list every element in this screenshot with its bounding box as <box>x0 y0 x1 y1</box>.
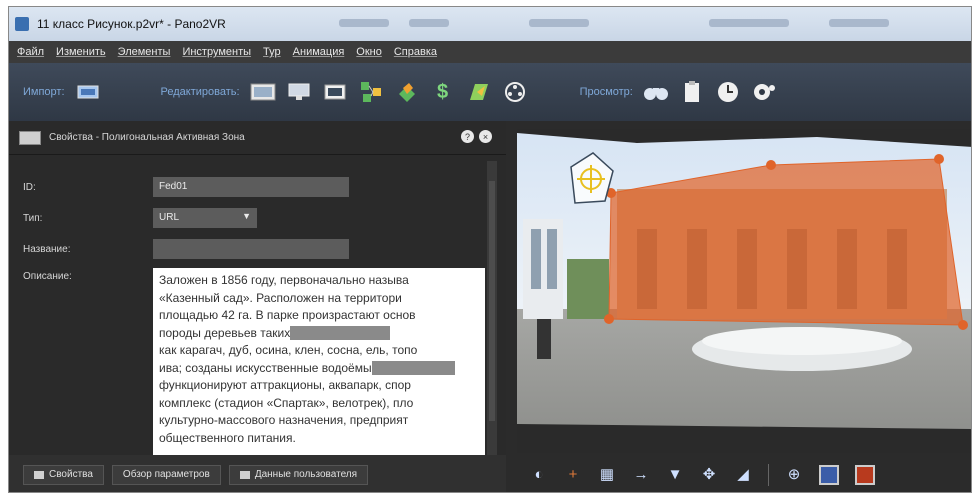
blurred-tab <box>829 19 889 27</box>
window-title: 11 класс Рисунок.p2vr* - Pano2VR <box>37 17 226 31</box>
description-line: породы деревьев таких <box>159 325 479 343</box>
hotspot-vertex[interactable] <box>958 320 968 330</box>
blurred-tab <box>339 19 389 27</box>
description-line: комплекс (стадион «Спартак», велотрек), … <box>159 395 414 410</box>
settings-icon[interactable] <box>751 79 777 105</box>
menu-tour[interactable]: Тур <box>263 46 281 58</box>
menu-edit[interactable]: Изменить <box>56 46 106 58</box>
add-point-icon[interactable]: + <box>564 466 582 484</box>
blurred-tab <box>409 19 449 27</box>
menu-bar: Файл Изменить Элементы Инструменты Тур А… <box>9 41 971 63</box>
grid-view-icon[interactable]: ▦ <box>598 466 616 484</box>
scrollbar-thumb[interactable] <box>489 181 495 421</box>
preview-label: Просмотр: <box>579 86 633 98</box>
app-window: 11 класс Рисунок.p2vr* - Pano2VR Файл Из… <box>8 6 972 493</box>
description-line: ива; созданы искусственные водоёмы <box>159 360 479 378</box>
type-select[interactable]: URL ▼ <box>153 208 257 228</box>
description-field[interactable]: Заложен в 1856 году, первоначально назыв… <box>153 268 485 458</box>
name-label: Название: <box>23 244 71 255</box>
monitor-icon[interactable] <box>286 79 312 105</box>
hotspot-vertex[interactable] <box>766 160 776 170</box>
menu-file[interactable]: Файл <box>17 46 44 58</box>
toolbar-divider <box>768 463 769 486</box>
help-icon[interactable]: ? <box>461 130 474 143</box>
user-data-tab-icon <box>239 470 250 479</box>
menu-elements[interactable]: Элементы <box>118 46 171 58</box>
move-icon[interactable]: ✥ <box>700 466 718 484</box>
tab-parameters-overview[interactable]: Обзор параметров <box>111 464 221 485</box>
type-select-value: URL <box>159 212 180 223</box>
funnel-icon[interactable]: ▼ <box>666 466 684 484</box>
image-icon[interactable] <box>250 79 276 105</box>
main-toolbar: Импорт: Редактировать: $ Просмотр: <box>9 63 971 121</box>
tab-properties[interactable]: Свойства <box>23 464 104 485</box>
name-field[interactable] <box>153 239 349 259</box>
close-icon[interactable]: × <box>479 130 492 143</box>
compass-icon[interactable]: ◐ <box>530 466 548 484</box>
app-icon <box>15 17 29 31</box>
blurred-tab <box>529 19 589 27</box>
panel-title: Свойства - Полигональная Активная Зона <box>49 132 245 143</box>
description-line: общественного питания. <box>159 430 296 445</box>
arrow-right-icon[interactable]: → <box>632 466 650 484</box>
menu-window[interactable]: Окно <box>356 46 382 58</box>
description-line: культурно-массового назначения, предприя… <box>159 413 409 427</box>
clipboard-icon[interactable] <box>679 79 705 105</box>
skin-icon[interactable] <box>394 79 420 105</box>
menu-help[interactable]: Справка <box>394 46 437 58</box>
grid-icon[interactable] <box>322 79 348 105</box>
tab-user-data[interactable]: Данные пользователя <box>228 464 369 485</box>
id-label: ID: <box>23 182 36 193</box>
binoculars-icon[interactable] <box>643 79 669 105</box>
animation-icon[interactable] <box>502 79 528 105</box>
type-label: Тип: <box>23 213 43 224</box>
id-field[interactable]: Fed01 <box>153 177 349 197</box>
description-line: «Казенный сад». Расположен на территори <box>159 290 402 305</box>
camera-icon[interactable]: ◢ <box>734 466 752 484</box>
hotspot-vertex[interactable] <box>604 314 614 324</box>
map-icon[interactable] <box>466 79 492 105</box>
import-panorama-icon[interactable] <box>75 79 101 105</box>
description-line: Заложен в 1856 году, первоначально назыв… <box>159 273 409 287</box>
clock-icon[interactable] <box>715 79 741 105</box>
dollar-icon[interactable]: $ <box>430 79 456 105</box>
panel-tabs: Свойства Обзор параметров Данные пользов… <box>9 455 506 492</box>
properties-icon <box>19 130 41 145</box>
chevron-down-icon: ▼ <box>242 211 251 221</box>
panorama-viewer[interactable] <box>517 129 971 453</box>
panorama-image <box>517 129 971 453</box>
description-label: Описание: <box>23 271 72 282</box>
red-square-icon[interactable] <box>855 464 875 485</box>
import-label: Импорт: <box>23 86 65 98</box>
menu-tools[interactable]: Инструменты <box>182 46 251 58</box>
crosshair-icon[interactable]: ⊕ <box>785 466 803 484</box>
panel-scrollbar[interactable] <box>487 161 497 459</box>
viewer-toolbar: ◐ + ▦ → ▼ ✥ ◢ ⊕ <box>506 455 971 492</box>
blurred-tab <box>709 19 789 27</box>
description-line: как карагач, дуб, осина, клен, сосна, ел… <box>159 343 418 357</box>
description-line: функционируют аттракционы, аквапарк, спо… <box>159 378 411 392</box>
menu-animation[interactable]: Анимация <box>293 46 345 58</box>
tour-icon[interactable] <box>358 79 384 105</box>
edit-label: Редактировать: <box>160 86 240 98</box>
description-line: площадью 42 га. В парке произрастают осн… <box>159 308 416 322</box>
properties-panel: Свойства - Полигональная Активная Зона ?… <box>9 121 506 459</box>
properties-tab-icon <box>34 470 44 479</box>
panel-header: Свойства - Полигональная Активная Зона ?… <box>9 121 506 155</box>
blue-square-icon[interactable] <box>819 464 839 485</box>
title-bar: 11 класс Рисунок.p2vr* - Pano2VR <box>9 7 971 41</box>
polygon-hotspot[interactable] <box>608 158 964 326</box>
hotspot-vertex[interactable] <box>934 154 944 164</box>
